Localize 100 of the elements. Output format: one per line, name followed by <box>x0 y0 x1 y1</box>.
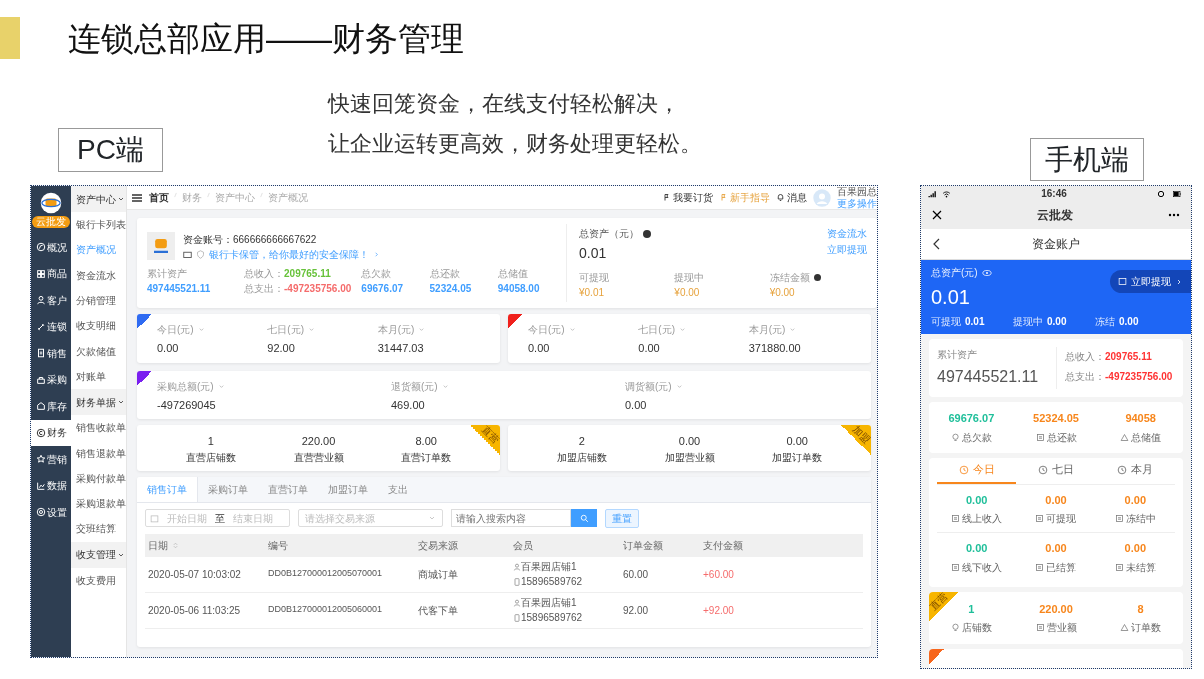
app-title: 云批发 <box>1037 207 1073 224</box>
user-name: 百果园总 <box>837 186 877 198</box>
table-cell-text: 代客下单 <box>417 603 459 618</box>
status-time: 16:46 <box>1041 187 1067 201</box>
stat-value: 0.00 <box>965 541 988 556</box>
sidebar-item[interactable]: 概况 <box>31 234 71 261</box>
menu-group[interactable]: 财务单据 <box>71 389 126 416</box>
stat-label: 直营订单数 <box>400 450 453 465</box>
stat-label: 加盟订单数 <box>771 450 824 465</box>
stat-label: 总支出： <box>244 282 285 296</box>
column-header: 会员 <box>512 538 534 553</box>
stat-value: 52324.05 <box>429 282 473 296</box>
sidebar-item[interactable]: 库存 <box>31 393 71 420</box>
menu-item[interactable]: 销售退款单 <box>71 440 126 466</box>
stat-label: 线下收入 <box>962 560 1003 575</box>
stat-label: 今日(元) <box>157 323 194 337</box>
tab[interactable]: 直营订单 <box>258 476 318 502</box>
section-label: 手机端 <box>1030 138 1144 181</box>
balance-label: 总资产（元） <box>579 227 639 241</box>
table-cell-text: +92.00 <box>702 603 734 618</box>
balance-item-label: 可提现 <box>579 271 609 285</box>
stat-label: 营业额 <box>1046 621 1077 635</box>
menu-group[interactable]: 资产中心 <box>71 186 126 212</box>
sidebar-item[interactable]: 商品 <box>31 260 71 287</box>
sidebar-item[interactable]: 营销 <box>31 446 71 473</box>
stat-value: -497235756.00 <box>284 282 352 296</box>
menu-item[interactable]: 采购退款单 <box>71 490 126 517</box>
stat-label: 调货额(元) <box>625 379 672 394</box>
member-name: 百果园店铺1 <box>521 560 577 574</box>
stat-label: 加盟店铺数 <box>555 450 608 465</box>
stat-label: 已结算 <box>1046 560 1077 575</box>
tab[interactable]: 采购订单 <box>198 476 258 502</box>
sidebar-item[interactable]: 销售 <box>31 340 71 367</box>
stat-value: 0.00 <box>528 341 551 356</box>
range-separator: 至 <box>215 511 225 526</box>
menu-item[interactable]: 对账单 <box>71 363 126 390</box>
stat-label: 店铺数 <box>961 621 992 635</box>
stat-label: 可提现 <box>1046 512 1077 526</box>
menu-item[interactable]: 资金流水 <box>71 262 126 288</box>
column-header[interactable]: 日期 <box>145 537 265 553</box>
stat-value: 469.00 <box>391 397 426 413</box>
subtitle-line: 让企业运转更高效，财务处理更轻松。 <box>327 130 702 158</box>
stat-value: 0.00 <box>625 397 648 413</box>
stat-value: 8 <box>1137 601 1144 617</box>
menu-item[interactable]: 分销管理 <box>71 287 126 314</box>
stat-value: 371880.00 <box>748 341 802 356</box>
balance-item-label: 冻结金额 <box>769 271 810 285</box>
menu-item[interactable]: 采购付款单 <box>71 465 126 491</box>
page-title: 资金账户 <box>1031 236 1081 253</box>
stat-value: 220.00 <box>1039 601 1073 617</box>
withdraw-button[interactable]: 立即提现 <box>1110 270 1191 293</box>
tab[interactable]: 加盟订单 <box>318 476 378 502</box>
stat-label: 冻结中 <box>1125 512 1156 526</box>
balance-item-value: ¥0.00 <box>674 286 701 300</box>
table-cell-text: +60.00 <box>702 567 734 582</box>
stat-label: 直营店铺数 <box>184 450 237 465</box>
balance-value: 0.01 <box>931 285 971 310</box>
sidebar-item[interactable]: 采购 <box>31 366 71 393</box>
stat-value: 0.00 <box>965 492 988 508</box>
menu-item[interactable]: 销售收款单 <box>71 415 126 441</box>
search-field[interactable]: 请输入搜索内容 <box>451 509 571 527</box>
sidebar-item[interactable]: 连锁 <box>31 313 71 340</box>
stat-value: 220.00 <box>300 434 337 449</box>
column-header: 支付金额 <box>702 538 743 553</box>
slide-title: 连锁总部应用——财务管理 <box>68 21 464 55</box>
stat-value: 209765.11 <box>1105 350 1152 364</box>
stat-label: 今日(元) <box>528 323 565 337</box>
menu-item[interactable]: 欠款储值 <box>71 338 126 364</box>
sidebar-item[interactable]: 财务 <box>31 419 71 446</box>
breadcrumb-link[interactable]: 首页 <box>149 190 169 205</box>
menu-item[interactable]: 收支费用 <box>71 567 126 593</box>
member-name: 百果园店铺1 <box>521 596 577 610</box>
menu-item[interactable]: 交班结算 <box>71 516 126 542</box>
balance-item-label: 提现中 <box>1013 315 1043 329</box>
stat-label: 总还款 <box>1046 430 1077 445</box>
table-cell-text: 2020-05-07 10:03:02 <box>147 567 242 582</box>
stat-value: 1 <box>968 601 975 617</box>
stat-label: 订单数 <box>1131 621 1162 635</box>
sidebar-item[interactable]: 数据 <box>31 472 71 499</box>
stat-label: 总支出： <box>1065 370 1105 384</box>
tab[interactable]: 支出 <box>378 476 418 502</box>
top-link[interactable]: 消息 <box>776 190 807 205</box>
balance-item-label: 提现中 <box>674 271 705 285</box>
menu-group[interactable]: 收支管理 <box>71 541 126 568</box>
top-link[interactable]: 我要订货 <box>662 190 713 205</box>
column-header: 编号 <box>267 538 289 553</box>
menu-item[interactable]: 收支明细 <box>71 313 126 339</box>
tab[interactable]: 本月 <box>1095 457 1175 484</box>
stat-value: 52324.05 <box>1033 411 1079 426</box>
stat-label: 本月(元) <box>748 323 786 337</box>
tab[interactable]: 七日 <box>1016 457 1096 484</box>
menu-item[interactable]: 银行卡列表 <box>71 212 126 238</box>
sidebar-item[interactable]: 客户 <box>31 287 71 314</box>
stat-label: 总收入： <box>244 267 285 281</box>
table-cell-text: 92.00 <box>622 603 650 618</box>
sidebar-item[interactable]: 设置 <box>31 499 71 526</box>
stat-label: 采购总额(元) <box>157 379 214 394</box>
stat-label: 累计资产 <box>937 348 978 362</box>
stat-value: 497445521.11 <box>147 282 212 296</box>
column-header: 交易来源 <box>417 538 459 553</box>
